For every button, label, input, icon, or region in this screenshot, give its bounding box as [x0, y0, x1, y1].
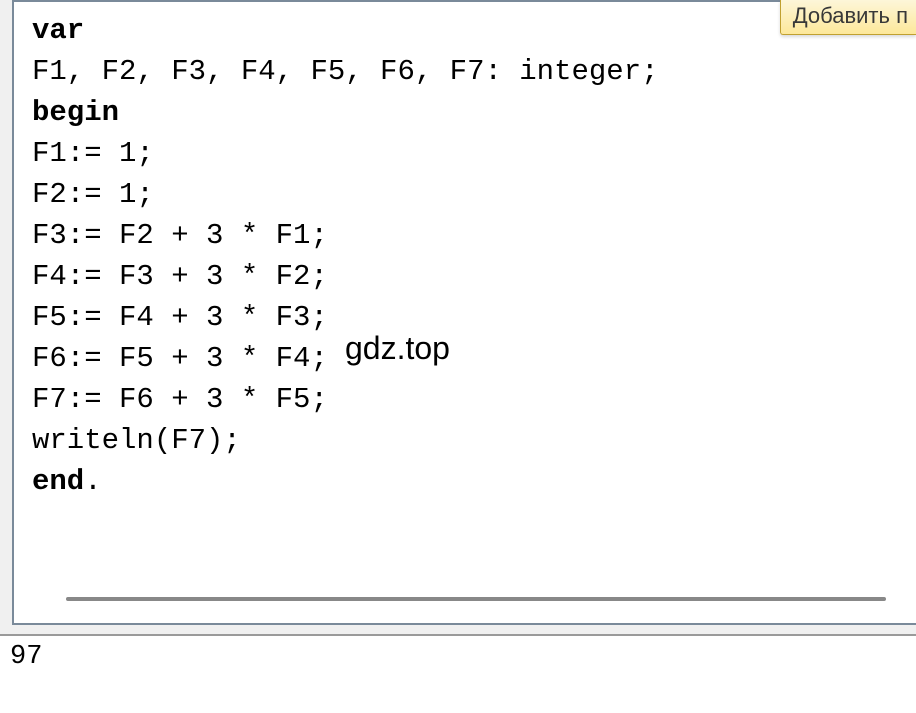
add-button[interactable]: Добавить п	[780, 0, 916, 35]
code-line-11: writeln(F7);	[32, 424, 241, 457]
code-line-12-rest: .	[84, 465, 101, 498]
output-result: 97	[10, 642, 906, 672]
code-line-2: F1, F2, F3, F4, F5, F6, F7: integer;	[32, 55, 659, 88]
code-line-8: F5:= F4 + 3 * F3;	[32, 301, 328, 334]
keyword-begin: begin	[32, 96, 119, 129]
add-button-label: Добавить п	[793, 3, 908, 28]
horizontal-scroll-indicator[interactable]	[66, 597, 886, 601]
output-pane: 97	[0, 634, 916, 713]
code-line-5: F2:= 1;	[32, 178, 154, 211]
code-text[interactable]: var F1, F2, F3, F4, F5, F6, F7: integer;…	[32, 10, 906, 502]
code-editor-pane[interactable]: var F1, F2, F3, F4, F5, F6, F7: integer;…	[12, 0, 916, 625]
code-line-7: F4:= F3 + 3 * F2;	[32, 260, 328, 293]
code-line-6: F3:= F2 + 3 * F1;	[32, 219, 328, 252]
keyword-var: var	[32, 14, 84, 47]
code-line-9: F6:= F5 + 3 * F4;	[32, 342, 328, 375]
code-line-10: F7:= F6 + 3 * F5;	[32, 383, 328, 416]
keyword-end: end	[32, 465, 84, 498]
code-line-4: F1:= 1;	[32, 137, 154, 170]
